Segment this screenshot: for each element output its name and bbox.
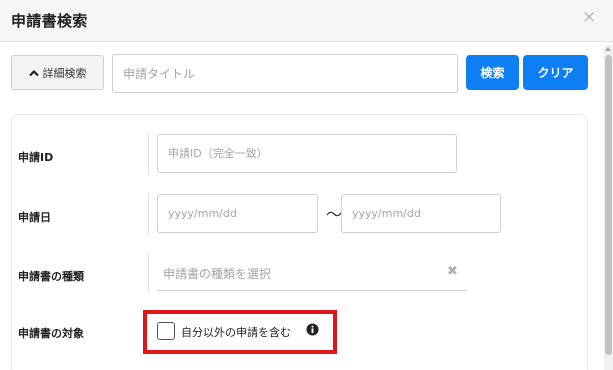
scrollbar[interactable] <box>604 45 613 370</box>
info-circle-icon[interactable] <box>306 323 319 336</box>
advanced-search-button[interactable]: 詳細検索 <box>11 55 104 90</box>
advanced-search-label: 詳細検索 <box>42 66 87 80</box>
dialog-title: 申請書検索 <box>11 12 88 30</box>
divider <box>148 133 149 175</box>
scrollbar-thumb[interactable] <box>605 55 612 355</box>
include-others-checkbox[interactable] <box>157 322 175 340</box>
select-placeholder: 申請書の種類を選択 <box>163 267 272 281</box>
date-label: 申請日 <box>18 211 51 224</box>
chevron-up-icon <box>28 69 39 76</box>
date-to-input[interactable] <box>341 194 501 233</box>
divider <box>148 253 149 293</box>
title-search-input[interactable] <box>112 54 458 93</box>
application-type-select[interactable]: 申請書の種類を選択 ✖ <box>157 256 467 291</box>
date-range-separator: 〜 <box>326 205 343 224</box>
clear-icon[interactable]: ✖ <box>447 264 458 279</box>
search-button[interactable]: 検索 <box>466 55 519 90</box>
type-label: 申請書の種類 <box>18 270 84 283</box>
search-dialog: 申請書検索 × 詳細検索 検索 クリア 申請ID 申請日 〜 申請書の種類 申請… <box>0 0 613 370</box>
scroll-up-icon[interactable] <box>605 47 611 51</box>
date-from-input[interactable] <box>157 194 318 233</box>
clear-button[interactable]: クリア <box>523 55 588 90</box>
divider <box>148 193 149 235</box>
target-label: 申請書の対象 <box>18 327 84 340</box>
include-others-label: 自分以外の申請を含む <box>181 326 291 339</box>
dialog-header: 申請書検索 × <box>0 0 613 42</box>
id-label: 申請ID <box>18 151 54 164</box>
close-icon[interactable]: × <box>582 7 596 27</box>
application-id-input[interactable] <box>157 134 457 173</box>
